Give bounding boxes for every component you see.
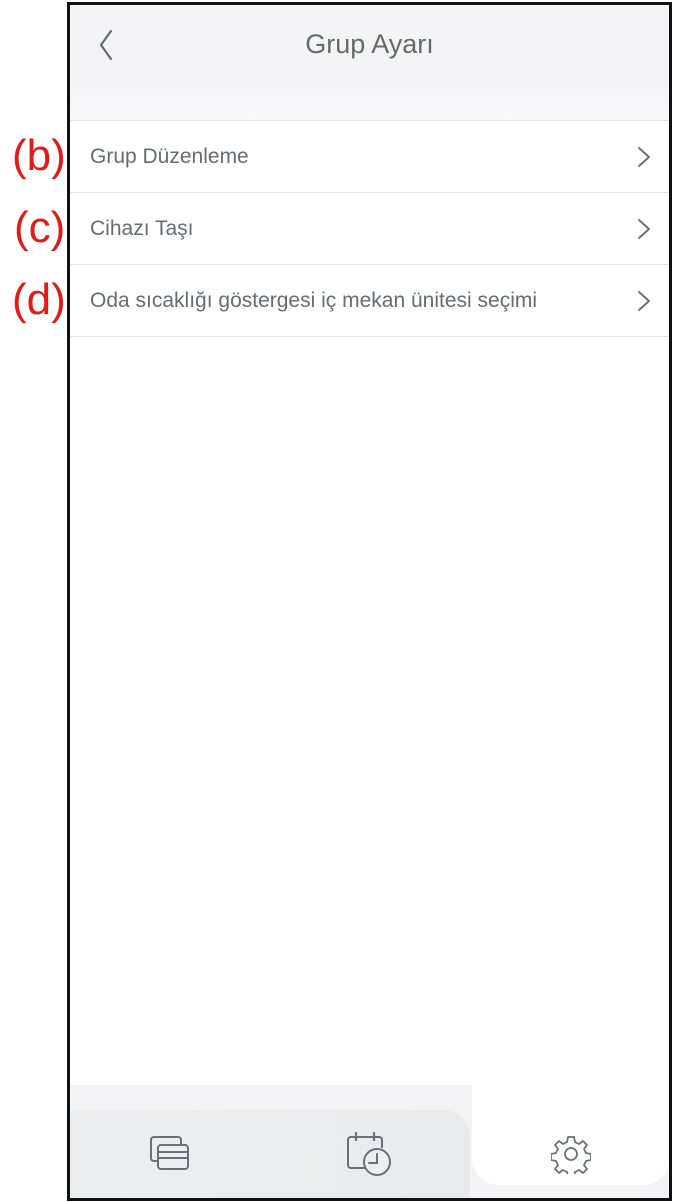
chevron-right-icon (638, 219, 650, 239)
annotation-b: (b) (12, 131, 66, 180)
tab-bar-background (70, 1110, 470, 1198)
schedule-icon (347, 1131, 391, 1176)
annotation-tick (67, 182, 70, 192)
menu-item-label: Cihazı Taşı (90, 217, 194, 240)
annotation-tick (67, 256, 70, 266)
header: Grup Ayarı (70, 5, 669, 120)
menu-item-move-device[interactable]: Cihazı Taşı (70, 193, 669, 265)
annotation-c: (c) (14, 203, 66, 252)
gear-icon (551, 1136, 591, 1174)
menu-item-label: Grup Düzenleme (90, 145, 249, 168)
menu-item-room-temp-indoor-unit[interactable]: Oda sıcaklığı göstergesi iç mekan ünites… (70, 265, 669, 337)
bottom-tab-bar (70, 1085, 669, 1198)
phone-screen: Grup Ayarı Grup Düzenleme Cihazı Taşı Od… (67, 2, 672, 1201)
devices-icon (150, 1136, 189, 1170)
tab-devices[interactable] (146, 1129, 196, 1179)
settings-menu: Grup Düzenleme Cihazı Taşı Oda sıcaklığı… (70, 120, 669, 337)
tab-schedule[interactable] (344, 1129, 394, 1179)
annotation-d: (d) (12, 275, 66, 324)
menu-item-group-edit[interactable]: Grup Düzenleme (70, 120, 669, 193)
page-title: Grup Ayarı (305, 29, 434, 59)
chevron-right-icon (638, 291, 650, 311)
tab-settings[interactable] (546, 1129, 596, 1179)
chevron-right-icon (638, 147, 650, 167)
menu-item-label: Oda sıcaklığı göstergesi iç mekan ünites… (90, 289, 538, 312)
